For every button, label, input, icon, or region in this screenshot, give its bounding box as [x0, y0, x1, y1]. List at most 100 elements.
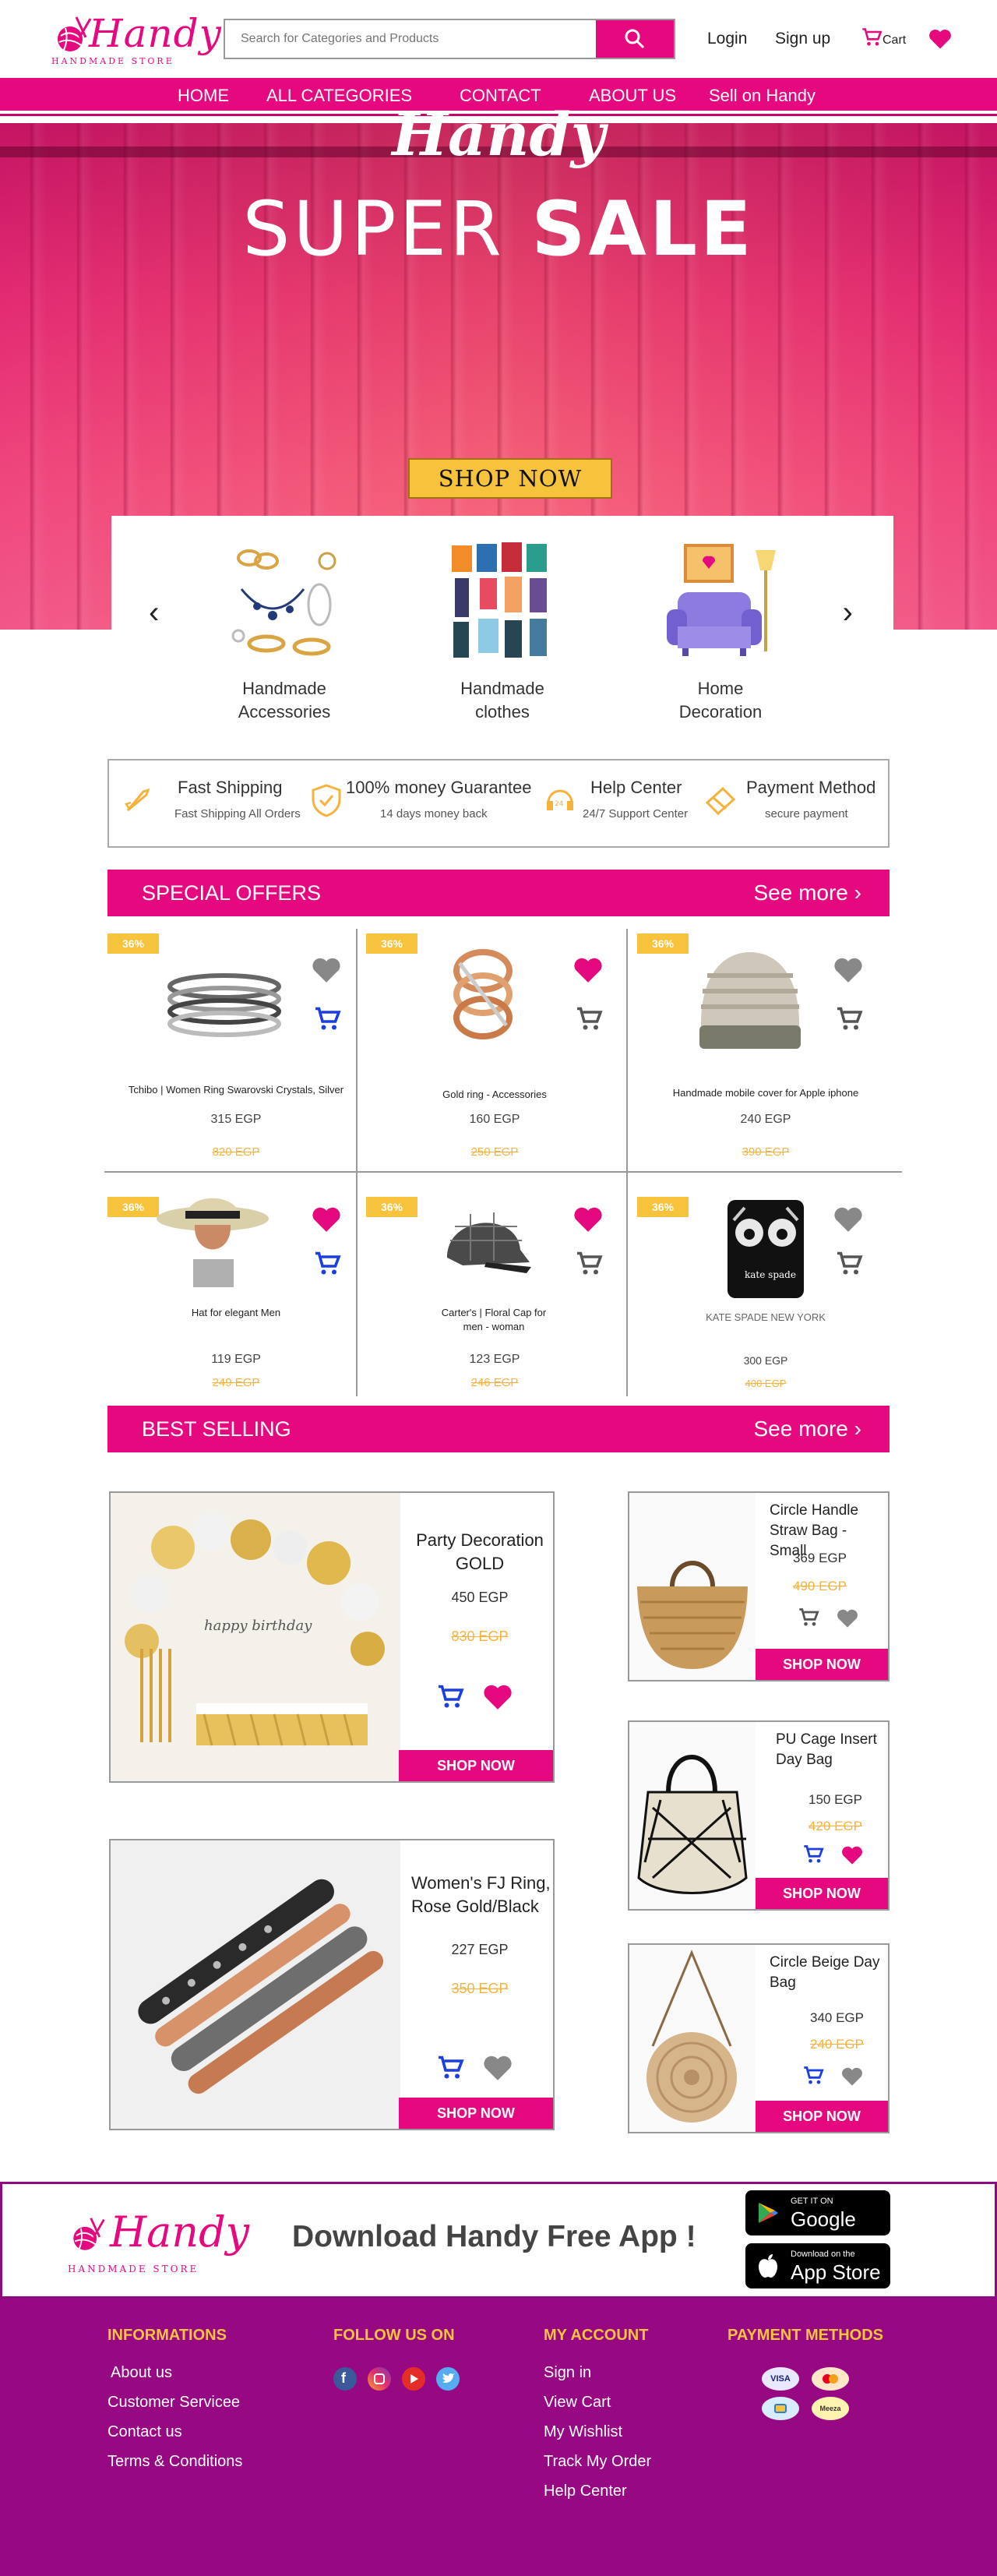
footer-heading-follow: FOLLOW US ON [333, 2327, 455, 2344]
add-to-cart-icon[interactable] [802, 2065, 824, 2087]
search-button[interactable] [596, 20, 674, 58]
favorite-heart-icon[interactable] [833, 955, 863, 985]
product-name: Gold ring - Accessories [442, 1089, 547, 1100]
section-title: SPECIAL OFFERS [142, 881, 322, 905]
add-to-cart-icon[interactable] [575, 1005, 603, 1033]
product-price: 123 EGP [469, 1353, 520, 1366]
best-seller-card[interactable]: Circle Handle Straw Bag - Small 369 EGP … [628, 1491, 890, 1681]
favorite-heart-icon[interactable] [312, 955, 341, 985]
footer-link-help-center[interactable]: Help Center [544, 2482, 627, 2500]
add-to-cart-icon[interactable] [835, 1005, 863, 1033]
favorite-heart-icon[interactable] [312, 1205, 341, 1234]
search-bar [224, 19, 675, 59]
shop-now-button[interactable]: SHOP NOW [756, 2101, 888, 2132]
product-old-price: 830 EGP [451, 1629, 509, 1644]
footer-link-view-cart[interactable]: View Cart [544, 2394, 611, 2412]
cart-link[interactable]: Cart [861, 26, 906, 48]
product-price: 300 EGP [743, 1354, 788, 1367]
product-image [629, 1945, 756, 2132]
wallet-icon [762, 2397, 799, 2420]
product-name: PU Cage Insert Day Bag [776, 1731, 877, 1768]
shop-now-button[interactable]: SHOP NOW [756, 1649, 888, 1680]
favorite-heart-icon[interactable] [837, 1608, 858, 1629]
best-seller-card[interactable]: Circle Beige Day Bag 340 EGP 240 EGP SHO… [628, 1943, 890, 2133]
brand-logo[interactable]: Handy HANDMADE STORE [48, 9, 221, 72]
svg-text:kate spade: kate spade [745, 1269, 796, 1280]
favorite-heart-icon[interactable] [833, 1205, 863, 1234]
favorite-heart-icon[interactable] [573, 1205, 603, 1234]
discount-badge: 36% [366, 1197, 417, 1217]
signup-link[interactable]: Sign up [775, 30, 830, 48]
product-image: kate spade [727, 1200, 804, 1298]
offer-card[interactable]: 36% Tchibo | Women Ring Swarovski Crysta… [107, 916, 365, 1159]
login-link[interactable]: Login [707, 30, 747, 48]
product-price: 160 EGP [469, 1113, 520, 1126]
favorite-heart-icon[interactable] [573, 955, 603, 985]
app-download-title: Download Handy Free App ! [292, 2220, 696, 2253]
shield-icon [312, 784, 341, 817]
clothes-icon [452, 542, 547, 658]
offer-card[interactable]: 36% kate spade KATE SPADE NEW YORK 300 E… [637, 1180, 894, 1421]
footer-link-about[interactable]: About us [111, 2364, 172, 2382]
product-old-price: 420 EGP [809, 1819, 862, 1833]
offer-card[interactable]: 36% Gold ring - Accessories 160 EGP 250 … [366, 916, 623, 1159]
search-input[interactable] [225, 20, 596, 58]
add-to-cart-icon[interactable] [313, 1250, 341, 1278]
footer-link-contact[interactable]: Contact us [107, 2423, 182, 2441]
add-to-cart-icon[interactable] [575, 1250, 603, 1278]
shop-now-button[interactable]: SHOP NOW [756, 1878, 888, 1909]
add-to-cart-icon[interactable] [835, 1250, 863, 1278]
carousel-prev-icon[interactable]: ‹ [149, 595, 159, 630]
carousel-next-icon[interactable]: › [843, 595, 853, 630]
footer-link-customer-service[interactable]: Customer Servicee [107, 2394, 240, 2412]
product-old-price: 249 EGP [212, 1376, 260, 1389]
hero-shop-now-button[interactable]: SHOP NOW [408, 458, 612, 499]
add-to-cart-icon[interactable] [313, 1005, 341, 1033]
best-seller-card[interactable]: PU Cage Insert Day Bag 150 EGP 420 EGP S… [628, 1720, 890, 1911]
instagram-icon[interactable] [368, 2367, 391, 2391]
shop-now-button[interactable]: SHOP NOW [399, 2098, 553, 2129]
offer-card[interactable]: 36% Carter's | Floral Cap for men - woma… [366, 1180, 623, 1421]
footer-heading-account: MY ACCOUNT [544, 2327, 649, 2344]
brand-logo[interactable]: Handy HANDMADE STORE [66, 2207, 249, 2278]
see-more-link[interactable]: See more › [753, 1417, 861, 1442]
favorite-heart-icon[interactable] [483, 2054, 513, 2082]
footer-link-sign-in[interactable]: Sign in [544, 2364, 591, 2382]
see-more-link[interactable]: See more › [753, 880, 861, 905]
favorite-heart-icon[interactable] [841, 1845, 863, 1865]
app-store-button[interactable]: Download on the App Store [745, 2243, 890, 2288]
product-price: 369 EGP [793, 1551, 847, 1565]
google-play-button[interactable]: GET IT ON Google Play [745, 2190, 890, 2255]
best-seller-card[interactable]: Women's FJ Ring, Rose Gold/Black 227 EGP… [109, 1839, 555, 2130]
google-play-icon [759, 2203, 778, 2223]
add-to-cart-icon[interactable] [798, 1607, 819, 1629]
site-footer: INFORMATIONS About us Customer Servicee … [0, 2299, 997, 2576]
product-price: 150 EGP [809, 1792, 862, 1807]
shop-now-button[interactable]: SHOP NOW [399, 1750, 553, 1781]
facebook-icon[interactable]: f [333, 2367, 357, 2391]
footer-link-terms[interactable]: Terms & Conditions [107, 2453, 242, 2471]
product-old-price: 246 EGP [470, 1376, 519, 1389]
add-to-cart-icon[interactable] [802, 1844, 824, 1865]
svg-text:happy birthday: happy birthday [204, 1618, 312, 1634]
product-old-price: 400 EGP [745, 1378, 787, 1389]
wishlist-heart-icon[interactable] [928, 28, 952, 50]
product-image [447, 1212, 531, 1273]
grid-divider [104, 1171, 902, 1173]
favorite-heart-icon[interactable] [841, 2066, 863, 2087]
youtube-icon[interactable] [402, 2367, 425, 2391]
category-clothes[interactable]: Handmade clothes [417, 535, 588, 724]
feature-money-guarantee: 100% money Guarantee 14 days money back [308, 775, 532, 837]
add-to-cart-icon[interactable] [436, 2054, 464, 2082]
favorite-heart-icon[interactable] [483, 1683, 513, 1711]
twitter-icon[interactable] [436, 2367, 460, 2391]
offer-card[interactable]: 36% Hat for elegant Men 119 EGP 249 EGP [107, 1180, 365, 1421]
best-seller-card[interactable]: happy birthday Party Decoration GOLD 450… [109, 1491, 555, 1783]
product-price: 315 EGP [210, 1113, 262, 1126]
category-accessories[interactable]: Handmade Accessories [199, 535, 370, 724]
footer-link-track-order[interactable]: Track My Order [544, 2453, 651, 2471]
add-to-cart-icon[interactable] [436, 1683, 464, 1711]
footer-link-wishlist[interactable]: My Wishlist [544, 2423, 622, 2441]
offer-card[interactable]: 36% Handmade mobile cover for Apple ipho… [637, 916, 894, 1159]
category-home-decoration[interactable]: Home Decoration [635, 535, 806, 724]
